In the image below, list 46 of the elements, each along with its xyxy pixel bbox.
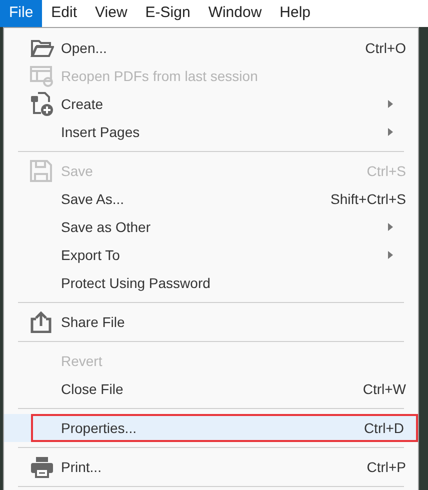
menu-item-label: Save As... [61, 190, 124, 208]
menu-item[interactable]: Save as Other [4, 213, 418, 241]
submenu-arrow-icon [388, 223, 393, 231]
menu-item-label: Create [61, 94, 104, 114]
share-icon [30, 311, 52, 333]
menu-item[interactable]: Export To [4, 241, 418, 269]
shortcut-label: Ctrl+P [366, 458, 406, 476]
menu-item-label: Reopen PDFs from last session [61, 66, 258, 86]
menu-item-label: Close File [61, 380, 124, 398]
menu-item[interactable]: Create [4, 90, 418, 118]
document-add-icon [30, 92, 54, 116]
shortcut-label: Ctrl+S [366, 162, 406, 180]
menu-item[interactable]: Open... Ctrl+O [4, 34, 418, 62]
menu-item-label: Save [61, 162, 93, 180]
menu-item-label: Print... [61, 458, 102, 476]
menu-item-label: Save as Other [61, 218, 150, 236]
printer-icon [30, 456, 54, 478]
shortcut-label: Ctrl+W [362, 380, 406, 398]
menu-bar-item[interactable]: Help [270, 0, 320, 27]
menu-item-label: Insert Pages [61, 122, 140, 142]
folder-icon [30, 38, 54, 58]
window-refresh-icon [30, 65, 54, 87]
menu-item[interactable]: Properties... Ctrl+D [4, 414, 418, 442]
menu-bar-item[interactable]: View [86, 0, 136, 27]
menu-item-label: Revert [61, 352, 102, 370]
menu-item[interactable]: Insert Pages [4, 118, 418, 146]
submenu-arrow-icon [388, 251, 393, 259]
menu-bar-item[interactable]: File [0, 0, 42, 27]
shortcut-label: Shift+Ctrl+S [330, 190, 406, 208]
menu-item[interactable]: Share File [4, 308, 418, 336]
menu-item[interactable]: Print... Ctrl+P [4, 453, 418, 481]
menu-item-label: Protect Using Password [61, 274, 210, 293]
shortcut-label: Ctrl+O [365, 38, 406, 58]
menu-item-label: Share File [61, 312, 125, 332]
submenu-arrow-icon [388, 128, 393, 136]
menu-item[interactable]: Protect Using Password [4, 269, 418, 297]
menu-item-label: Properties... [61, 418, 136, 438]
menu-item-label: Export To [61, 246, 120, 265]
menu-item[interactable]: Close File Ctrl+W [4, 375, 418, 403]
submenu-arrow-icon [388, 100, 393, 108]
menu-item[interactable]: Save As... Shift+Ctrl+S [4, 185, 418, 213]
menu-item-label: Open... [61, 38, 107, 58]
menu-bar-item[interactable]: E-Sign [136, 0, 200, 27]
menu-bar-item[interactable]: Edit [42, 0, 86, 27]
shortcut-label: Ctrl+D [364, 418, 404, 438]
menu-bar-item[interactable]: Window [199, 0, 271, 27]
